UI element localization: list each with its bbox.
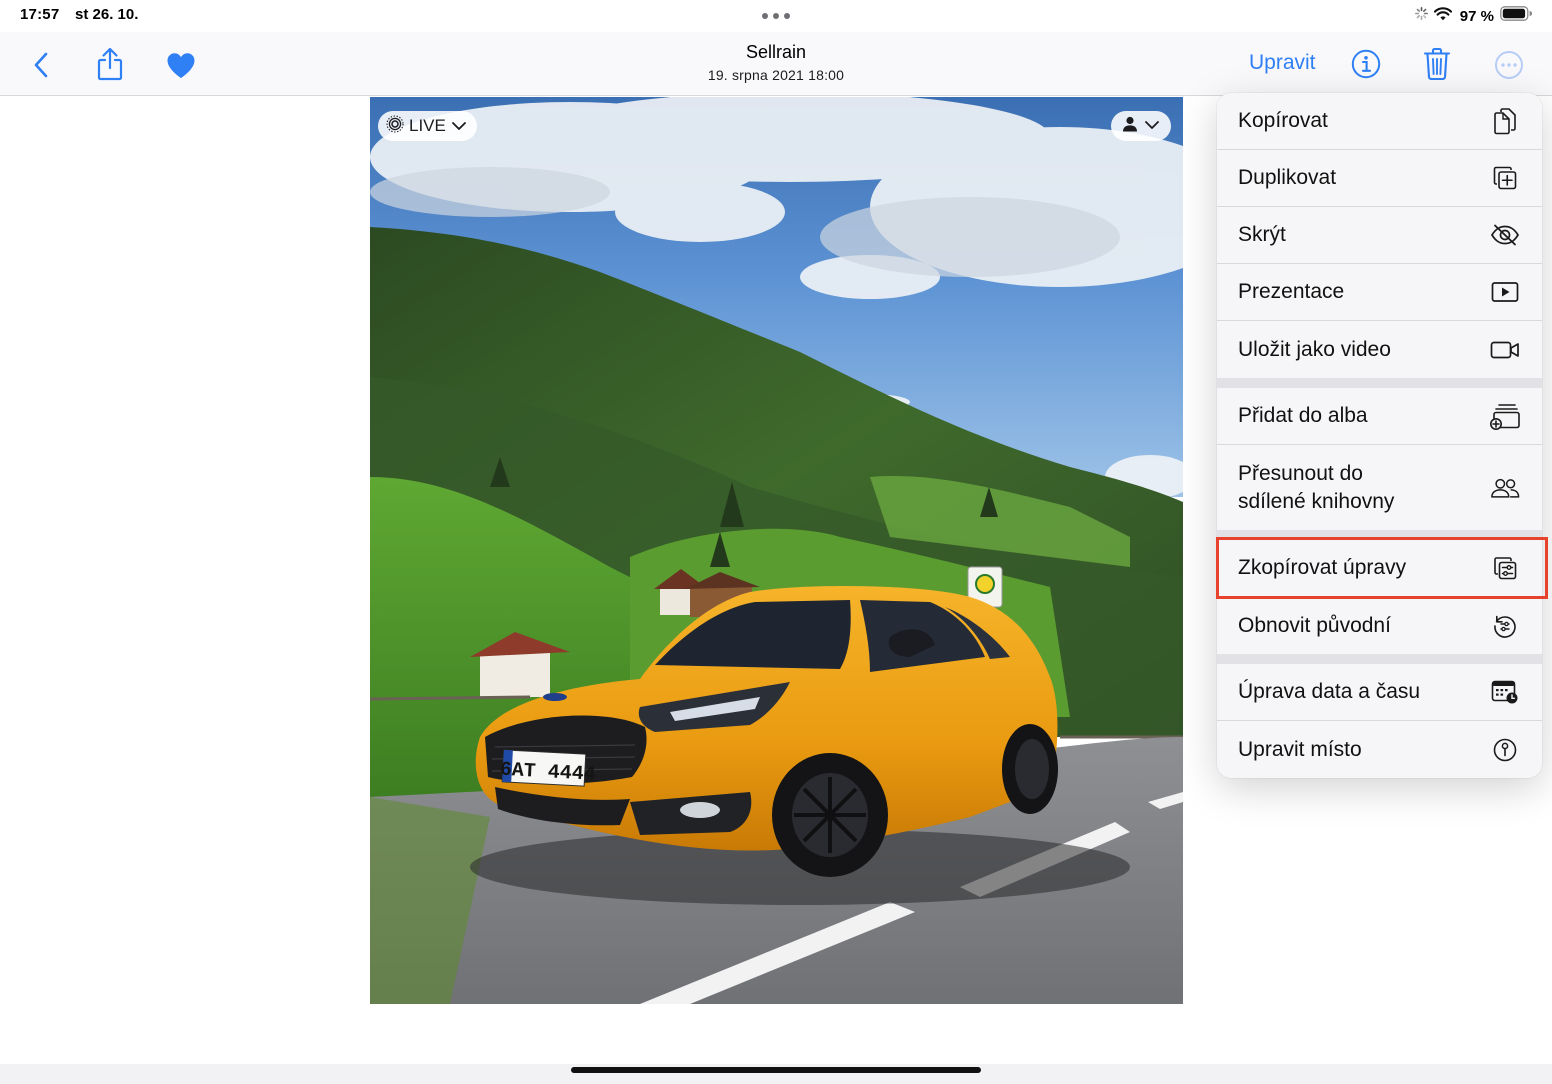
menu-item-add-to-album[interactable]: Přidat do alba	[1217, 388, 1542, 445]
battery-percent: 97 %	[1459, 7, 1494, 25]
location-info-icon	[1490, 735, 1520, 765]
edit-button[interactable]: Upravit	[1249, 51, 1316, 75]
doc-copy-icon	[1490, 106, 1520, 136]
multitasking-dots-icon[interactable]	[762, 13, 790, 19]
menu-item-copy[interactable]: Kopírovat	[1217, 93, 1542, 150]
battery-icon	[1500, 6, 1533, 26]
people-button[interactable]	[1111, 111, 1171, 141]
calendar-clock-icon	[1490, 677, 1520, 707]
menu-item-label: Úprava data a času	[1238, 680, 1421, 703]
photo-location-title: Sellrain	[745, 42, 807, 62]
menu-item-slideshow[interactable]: Prezentace	[1217, 264, 1542, 321]
menu-item-duplicate[interactable]: Duplikovat	[1217, 150, 1542, 207]
chevron-down-icon	[1144, 117, 1160, 135]
more-actions-menu: Kopírovat Duplikovat Skrýt Prezentace Ul…	[1217, 93, 1542, 778]
copy-edits-icon	[1490, 553, 1520, 583]
navigation-bar: Sellrain 19. srpna 2021 18:00 Upravit	[0, 32, 1552, 96]
menu-item-label: Obnovit původní	[1238, 613, 1391, 637]
menu-item-label: Zkopírovat úpravy	[1238, 556, 1407, 579]
menu-item-label: Přesunout do sdílené knihovny	[1238, 460, 1394, 516]
add-to-album-icon	[1490, 401, 1520, 431]
menu-item-label: Duplikovat	[1238, 166, 1337, 189]
menu-item-label: Upravit místo	[1238, 737, 1362, 761]
more-icon[interactable]	[1493, 49, 1525, 81]
menu-separator	[1217, 378, 1542, 388]
menu-item-revert-to-original[interactable]: Obnovit původní	[1217, 597, 1542, 654]
live-photo-icon	[386, 114, 404, 138]
status-date: st 26. 10.	[75, 6, 139, 23]
menu-item-save-as-video[interactable]: Uložit jako video	[1217, 321, 1542, 378]
live-photo-button[interactable]: LIVE	[378, 111, 477, 141]
menu-item-adjust-location[interactable]: Upravit místo	[1217, 721, 1542, 778]
home-indicator[interactable]	[571, 1067, 981, 1073]
menu-item-copy-edits[interactable]: Zkopírovat úpravy	[1217, 540, 1542, 597]
trash-icon[interactable]	[1421, 45, 1453, 83]
menu-item-move-to-shared-library[interactable]: Přesunout do sdílené knihovny	[1217, 445, 1542, 530]
person-icon	[1122, 116, 1138, 137]
photo-image: 6AT 4444	[370, 97, 1183, 1004]
menu-item-label: Skrýt	[1238, 223, 1286, 246]
revert-icon	[1490, 611, 1520, 641]
wifi-icon	[1433, 6, 1452, 26]
menu-item-label: Uložit jako video	[1238, 337, 1391, 361]
status-time: 17:57	[20, 6, 60, 23]
menu-item-label-line: Přesunout do	[1238, 461, 1363, 485]
menu-separator	[1217, 530, 1542, 540]
menu-item-label-line: sdílené knihovny	[1238, 489, 1395, 513]
menu-item-label: Přidat do alba	[1238, 404, 1368, 427]
shared-library-icon	[1490, 473, 1520, 503]
photo-viewer[interactable]: 6AT 4444 LIVE	[370, 97, 1183, 1004]
activity-spinner-icon	[1414, 7, 1428, 25]
eye-slash-icon	[1490, 220, 1520, 250]
video-icon	[1490, 335, 1520, 365]
info-icon[interactable]	[1349, 47, 1383, 81]
menu-item-label: Kopírovat	[1238, 109, 1328, 132]
menu-item-adjust-date-time[interactable]: Úprava data a času	[1217, 664, 1542, 721]
play-rectangle-icon	[1490, 277, 1520, 307]
plus-square-on-square-icon	[1490, 163, 1520, 193]
menu-item-label: Prezentace	[1238, 280, 1345, 303]
status-indicators: 97 %	[1414, 6, 1533, 26]
chevron-down-icon	[451, 116, 467, 136]
live-label: LIVE	[409, 116, 446, 135]
status-bar: 17:57 st 26. 10. 97 %	[0, 0, 1552, 32]
menu-item-hide[interactable]: Skrýt	[1217, 207, 1542, 264]
menu-separator	[1217, 654, 1542, 664]
photo-datetime-subtitle: 19. srpna 2021 18:00	[707, 67, 845, 83]
